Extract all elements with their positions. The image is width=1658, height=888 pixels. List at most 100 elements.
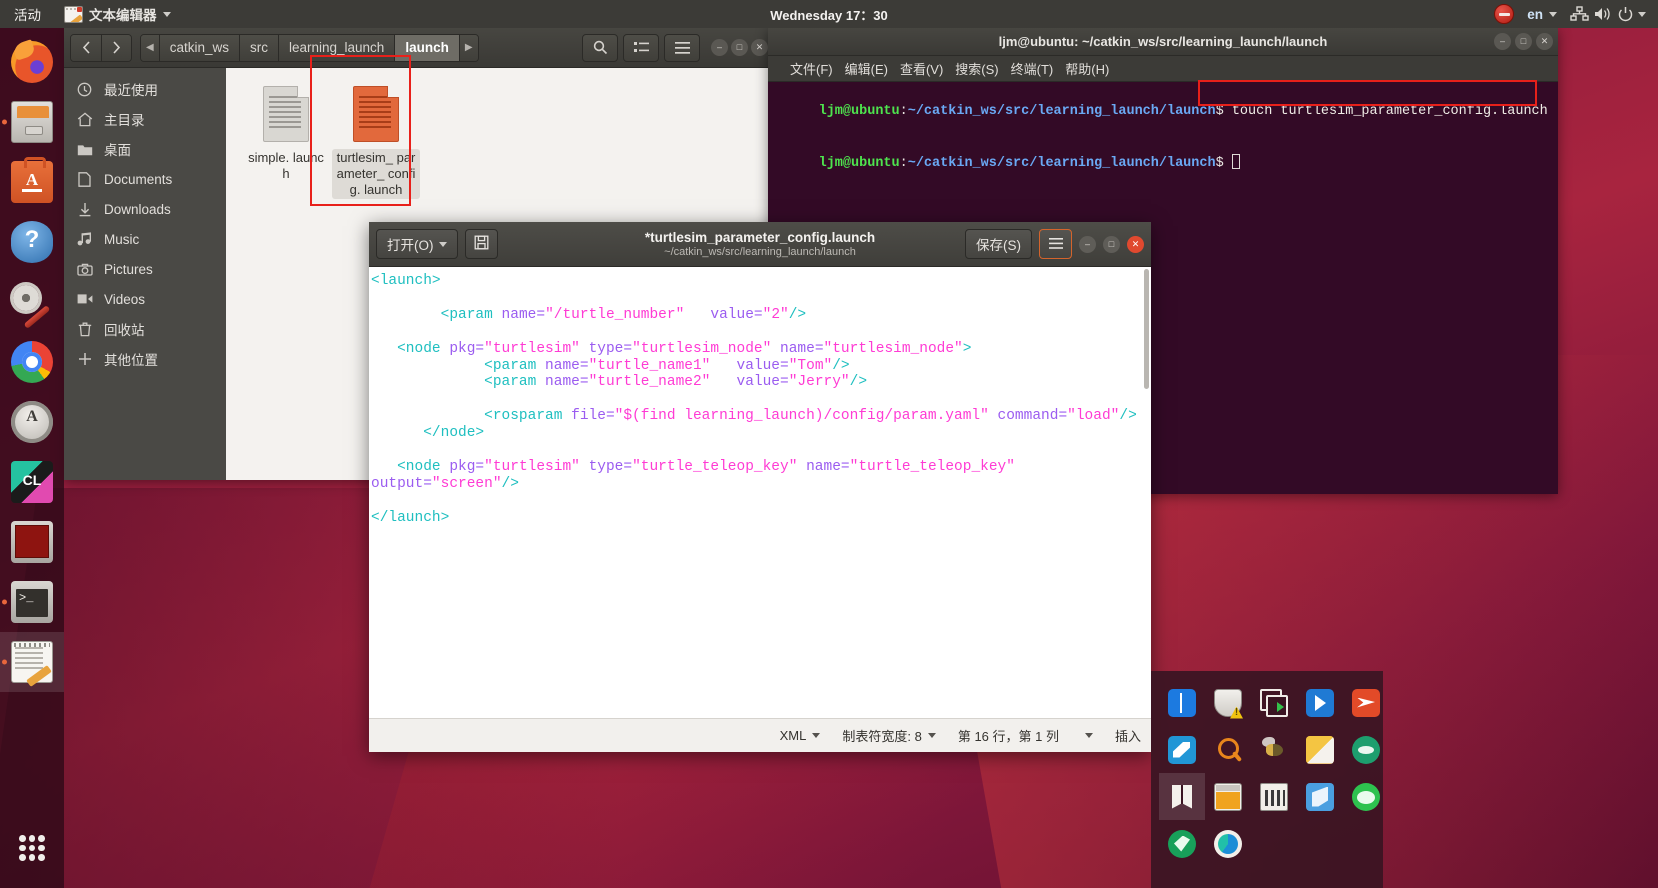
- power-icon[interactable]: [1617, 6, 1634, 22]
- sidebar-item-other-locations[interactable]: 其他位置: [64, 344, 226, 374]
- breadcrumb-item-2[interactable]: learning_launch: [277, 34, 395, 61]
- insert-mode[interactable]: 插入: [1115, 726, 1141, 745]
- insert-mode-label: 插入: [1114, 729, 1141, 744]
- dock-item-terminator[interactable]: [0, 512, 64, 572]
- open-button[interactable]: 打开(O): [376, 229, 458, 259]
- chevron-down-icon[interactable]: [1638, 11, 1646, 17]
- file-name: simple. launch: [248, 150, 324, 181]
- app-grid-item-window-manager[interactable]: [1205, 773, 1251, 820]
- clion-icon: [11, 461, 53, 503]
- app-grid-item-bee-app[interactable]: [1251, 726, 1297, 773]
- download-icon: [76, 202, 93, 217]
- view-options-button[interactable]: [623, 33, 659, 62]
- file-item-turtlesim-parameter-config-launch[interactable]: turtlesim_ parameter_ config. launch: [332, 80, 420, 199]
- sidebar-item-videos[interactable]: Videos: [64, 284, 226, 314]
- sidebar-item-downloads[interactable]: Downloads: [64, 194, 226, 224]
- app-grid-item-duplicate-window[interactable]: [1251, 679, 1297, 726]
- file-item-simple-launch[interactable]: simple. launch: [242, 80, 330, 199]
- magnifier-icon: [1214, 736, 1243, 764]
- minimize-button[interactable]: –: [1079, 235, 1096, 253]
- dock-item-settings[interactable]: [0, 272, 64, 332]
- app-grid-item-drawing-tool[interactable]: [1297, 773, 1343, 820]
- language-selector[interactable]: XML: [780, 728, 821, 743]
- dock-item-help[interactable]: [0, 212, 64, 272]
- sidebar-item-music[interactable]: Music: [64, 224, 226, 254]
- activities-button[interactable]: 活动: [0, 0, 55, 28]
- app-grid-item-bookmarks[interactable]: [1159, 773, 1205, 820]
- breadcrumb-item-1[interactable]: src: [238, 34, 278, 61]
- home-icon: [76, 112, 93, 127]
- top-panel: 活动 文本编辑器 Wednesday 17：30 en: [0, 0, 1658, 28]
- hamburger-menu-button[interactable]: [664, 33, 700, 62]
- maximize-button[interactable]: □: [1103, 235, 1120, 253]
- app-grid-item-media-player[interactable]: [1297, 679, 1343, 726]
- app-grid-item-edge-browser[interactable]: [1205, 820, 1251, 867]
- save-as-button[interactable]: [464, 229, 498, 259]
- dock-item-software-updater[interactable]: [0, 392, 64, 452]
- dock-item-terminal[interactable]: [0, 572, 64, 632]
- menu-terminal[interactable]: 终端(T): [1011, 59, 1054, 78]
- sidebar-item-documents[interactable]: Documents: [64, 164, 226, 194]
- menu-view[interactable]: 查看(V): [900, 59, 943, 78]
- menu-file[interactable]: 文件(F): [790, 59, 833, 78]
- breadcrumb-item-3[interactable]: launch: [394, 34, 459, 61]
- app-grid-item-teamviewer[interactable]: [1159, 726, 1205, 773]
- tab-width-selector[interactable]: 制表符宽度: 8: [842, 726, 936, 745]
- breadcrumb-scroll-right[interactable]: ▶: [458, 34, 478, 61]
- app-grid-item-bluetooth[interactable]: [1159, 679, 1205, 726]
- clock[interactable]: Wednesday 17：30: [770, 5, 888, 24]
- minimize-button[interactable]: –: [1494, 33, 1511, 50]
- sidebar-item-label: Documents: [104, 171, 173, 187]
- close-button[interactable]: ✕: [1536, 33, 1553, 50]
- dock-item-clion[interactable]: [0, 452, 64, 512]
- show-applications-button[interactable]: [0, 818, 64, 878]
- sidebar-item-recent[interactable]: 最近使用: [64, 74, 226, 104]
- save-button[interactable]: 保存(S): [965, 229, 1032, 259]
- keyboard-layout-button[interactable]: en: [1518, 0, 1566, 28]
- app-menu-button[interactable]: 文本编辑器: [55, 0, 180, 28]
- sidebar-item-home[interactable]: 主目录: [64, 104, 226, 134]
- window-controls: – □ ✕: [711, 39, 768, 56]
- sidebar-item-trash[interactable]: 回收站: [64, 314, 226, 344]
- code-line: <param name="turtle_name2" value="Jerry"…: [484, 374, 868, 391]
- back-button[interactable]: [71, 34, 101, 61]
- breadcrumb-item-0[interactable]: catkin_ws: [158, 34, 239, 61]
- close-button[interactable]: ✕: [751, 39, 768, 56]
- running-indicator: [2, 659, 7, 665]
- sidebar-item-pictures[interactable]: Pictures: [64, 254, 226, 284]
- volume-icon[interactable]: [1593, 6, 1613, 22]
- dock-item-firefox[interactable]: [0, 32, 64, 92]
- maximize-button[interactable]: □: [1515, 33, 1532, 50]
- app-grid-item-security-warning[interactable]: [1205, 679, 1251, 726]
- app-grid-item-send-anywhere[interactable]: [1343, 679, 1389, 726]
- maximize-button[interactable]: □: [731, 39, 748, 56]
- sidebar-item-desktop[interactable]: 桌面: [64, 134, 226, 164]
- network-icon[interactable]: [1570, 6, 1589, 22]
- dock-item-chrome[interactable]: [0, 332, 64, 392]
- do-not-disturb-icon[interactable]: [1494, 4, 1515, 24]
- note-icon: [1306, 735, 1334, 764]
- breadcrumb-scroll-left[interactable]: ◀: [141, 34, 159, 61]
- app-grid-item-search-tool[interactable]: [1205, 726, 1251, 773]
- app-grid-item-wechat[interactable]: [1343, 773, 1389, 820]
- code-line: <param name="turtle_name1" value="Tom"/>: [484, 357, 850, 374]
- code-editor-area[interactable]: <launch> <param name="/turtle_number" va…: [369, 267, 1151, 718]
- cursor-position[interactable]: 第 16 行，第 1 列: [958, 726, 1093, 745]
- search-button[interactable]: [582, 33, 618, 62]
- dock-item-ubuntu-software[interactable]: [0, 152, 64, 212]
- menu-help[interactable]: 帮助(H): [1065, 59, 1109, 78]
- app-grid-item-eye-viewer[interactable]: [1343, 726, 1389, 773]
- dock-item-files[interactable]: [0, 92, 64, 152]
- minimize-button[interactable]: –: [711, 39, 728, 56]
- menu-search[interactable]: 搜索(S): [955, 59, 998, 78]
- editor-scrollbar[interactable]: [1142, 267, 1151, 718]
- app-grid-item-system-monitor[interactable]: [1251, 773, 1297, 820]
- hamburger-menu-button[interactable]: [1039, 229, 1072, 259]
- menu-edit[interactable]: 编辑(E): [845, 59, 888, 78]
- app-grid-item-green-app[interactable]: [1159, 820, 1205, 867]
- bluetooth-icon: [1168, 688, 1196, 717]
- close-button[interactable]: ✕: [1127, 235, 1144, 253]
- forward-button[interactable]: [101, 34, 131, 61]
- app-grid-item-notes[interactable]: [1297, 726, 1343, 773]
- dock-item-text-editor[interactable]: [0, 632, 64, 692]
